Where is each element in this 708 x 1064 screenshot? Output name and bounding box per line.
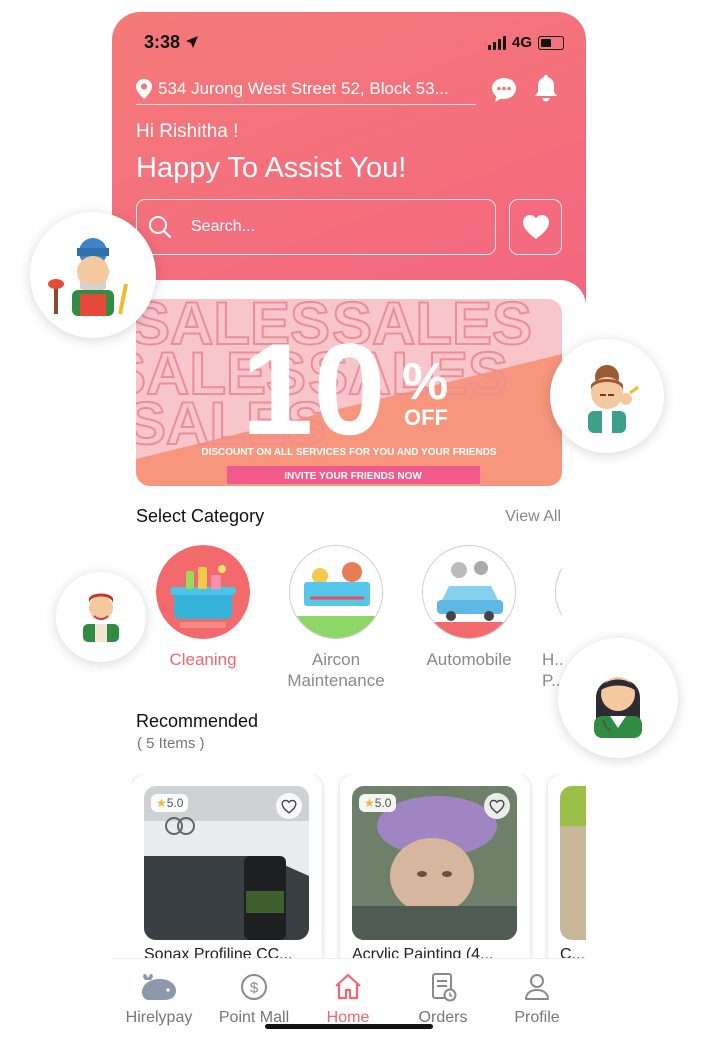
beautician-avatar xyxy=(550,339,664,453)
banner-big-number: 10 xyxy=(241,316,386,462)
home-indicator xyxy=(265,1024,433,1029)
svg-text:$: $ xyxy=(250,980,259,997)
favorite-button[interactable] xyxy=(484,793,510,819)
product-image xyxy=(560,786,586,940)
phone-screen: 3:38 4G 534 Jurong West Street 52, Block… xyxy=(112,12,586,1058)
header: 3:38 4G 534 Jurong West Street 52, Block… xyxy=(112,12,586,312)
banner-percent: % xyxy=(402,353,448,411)
product-card[interactable]: C... xyxy=(548,774,586,960)
whale-icon xyxy=(142,974,176,1000)
category-automobile[interactable]: Automobile xyxy=(409,545,529,670)
tab-orders[interactable]: Orders xyxy=(396,971,490,1027)
aircon-icon xyxy=(289,545,383,639)
recommended-count: ( 5 Items ) xyxy=(137,735,205,752)
view-all-link[interactable]: View All xyxy=(505,508,561,526)
handyman-avatar xyxy=(56,572,146,662)
doctor-avatar xyxy=(558,638,678,758)
search-icon xyxy=(149,216,172,239)
category-label: Automobile xyxy=(426,650,512,669)
bell-icon[interactable] xyxy=(532,74,560,104)
banner-off: OFF xyxy=(404,405,448,430)
bottom-tab-bar: Hirelypay $ Point Mall Home Orders Profi… xyxy=(112,958,586,1058)
banner-discount-text: DISCOUNT ON ALL SERVICES FOR YOU AND YOU… xyxy=(201,447,497,458)
dollar-coin-icon: $ xyxy=(241,974,267,1000)
product-card[interactable]: ★5.0 Sonax Profiline CC... xyxy=(132,774,322,960)
location-text: 534 Jurong West Street 52, Block 53... xyxy=(158,79,449,98)
search-input[interactable]: Search... xyxy=(136,199,496,255)
category-list: Cleaning Aircon Maintenance Automobile H… xyxy=(136,545,562,695)
location-arrow-icon xyxy=(186,36,199,48)
category-aircon[interactable]: Aircon Maintenance xyxy=(276,545,396,691)
cleaning-icon xyxy=(156,545,250,639)
category-label: Cleaning xyxy=(169,650,237,669)
status-time-text: 3:38 xyxy=(144,32,181,52)
category-home[interactable]: H... P... xyxy=(542,545,562,691)
product-image: ★5.0 xyxy=(352,786,517,940)
plumber-avatar xyxy=(30,212,156,338)
category-title: Select Category xyxy=(136,506,265,526)
greeting-text: Hi Rishitha ! xyxy=(136,121,239,142)
tab-label: Hirelypay xyxy=(125,1009,193,1026)
star-icon: ★ xyxy=(364,796,375,810)
status-time: 3:38 xyxy=(144,32,199,53)
star-icon: ★ xyxy=(156,796,167,810)
rating-badge: ★5.0 xyxy=(359,794,397,812)
heart-outline-icon xyxy=(489,799,505,814)
home-icon xyxy=(335,973,361,1000)
signal-icon xyxy=(487,35,506,50)
tab-home[interactable]: Home xyxy=(301,971,395,1027)
status-indicators: 4G xyxy=(487,34,564,51)
network-label: 4G xyxy=(511,34,532,51)
orders-icon xyxy=(432,973,457,1002)
promo-banner[interactable]: SALES SALES SALES SALES SALES 10 % OFF D… xyxy=(136,299,562,486)
tab-hirelypay[interactable]: Hirelypay xyxy=(112,971,206,1027)
heart-outline-icon xyxy=(281,799,297,814)
favorite-button[interactable] xyxy=(276,793,302,819)
recommended-list: ★5.0 Sonax Profiline CC... ★5.0 Acrylic … xyxy=(132,774,586,960)
recommended-title: Recommended xyxy=(136,711,259,731)
search-placeholder: Search... xyxy=(191,218,256,235)
car-icon xyxy=(422,545,516,639)
battery-icon xyxy=(538,35,564,50)
product-card[interactable]: ★5.0 Acrylic Painting (4... xyxy=(340,774,530,960)
map-pin-icon xyxy=(136,79,152,99)
tab-profile[interactable]: Profile xyxy=(490,971,584,1027)
category-label: Aircon Maintenance xyxy=(287,650,385,690)
location-selector[interactable]: 534 Jurong West Street 52, Block 53... xyxy=(136,74,476,105)
product-image: ★5.0 xyxy=(144,786,309,940)
promo-banner-art: SALES SALES SALES SALES SALES 10 % OFF D… xyxy=(136,299,562,486)
favorites-button[interactable] xyxy=(509,199,562,255)
heart-icon xyxy=(522,215,549,239)
chat-icon[interactable] xyxy=(490,76,518,104)
rating-badge: ★5.0 xyxy=(151,794,189,812)
headline-text: Happy To Assist You! xyxy=(136,152,407,184)
tab-label: Profile xyxy=(514,1009,560,1026)
tab-point-mall[interactable]: $ Point Mall xyxy=(207,971,301,1027)
profile-icon xyxy=(525,974,549,1000)
invite-cta-text: INVITE YOUR FRIENDS NOW xyxy=(284,471,422,482)
home-service-icon xyxy=(555,545,562,639)
category-cleaning[interactable]: Cleaning xyxy=(143,545,263,670)
